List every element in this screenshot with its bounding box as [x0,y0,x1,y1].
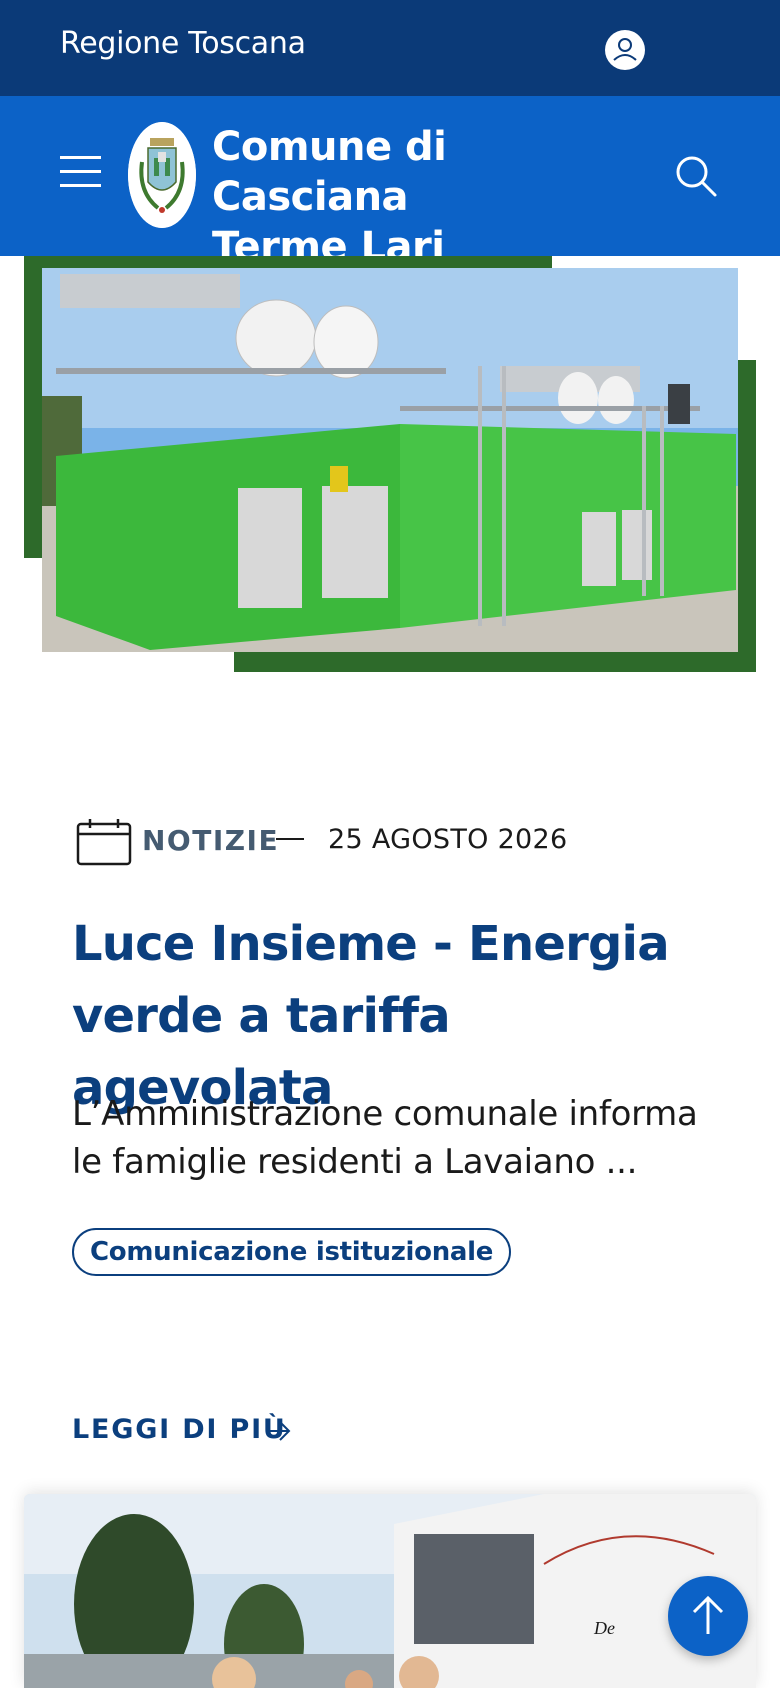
site-title[interactable]: Comune di Casciana Terme Lari [212,122,592,272]
meta-separator [276,838,304,840]
calendar-icon [76,818,132,866]
hamburger-menu-icon[interactable] [60,156,101,188]
coat-of-arms-logo[interactable] [128,122,196,228]
read-more-label: LEGGI DI PIÙ [72,1414,287,1445]
article-category[interactable]: NOTIZIE [142,824,279,857]
article-date: 25 AGOSTO 2026 [328,824,568,855]
search-icon[interactable] [674,154,718,198]
site-title-line-1: Comune di Casciana [212,124,447,220]
article-description: L’Amministrazione comunale informa le fa… [72,1094,698,1182]
user-icon[interactable] [605,30,645,70]
article-meta: NOTIZIE 25 AGOSTO 2026 [76,818,716,866]
svg-text:De: De [593,1618,615,1638]
site-header: Comune di Casciana Terme Lari [0,96,780,270]
region-topbar: Regione Toscana [0,0,780,96]
second-card-image[interactable]: De [24,1494,756,1688]
topic-tag[interactable]: Comunicazione istituzionale [72,1228,512,1276]
hero-image[interactable] [0,256,780,676]
region-link[interactable]: Regione Toscana [60,26,306,61]
arrow-up-icon [692,1595,724,1634]
back-to-top-button[interactable] [668,1576,748,1656]
arrow-right-icon [264,1418,292,1444]
read-more-link[interactable]: LEGGI DI PIÙ [72,1414,291,1450]
